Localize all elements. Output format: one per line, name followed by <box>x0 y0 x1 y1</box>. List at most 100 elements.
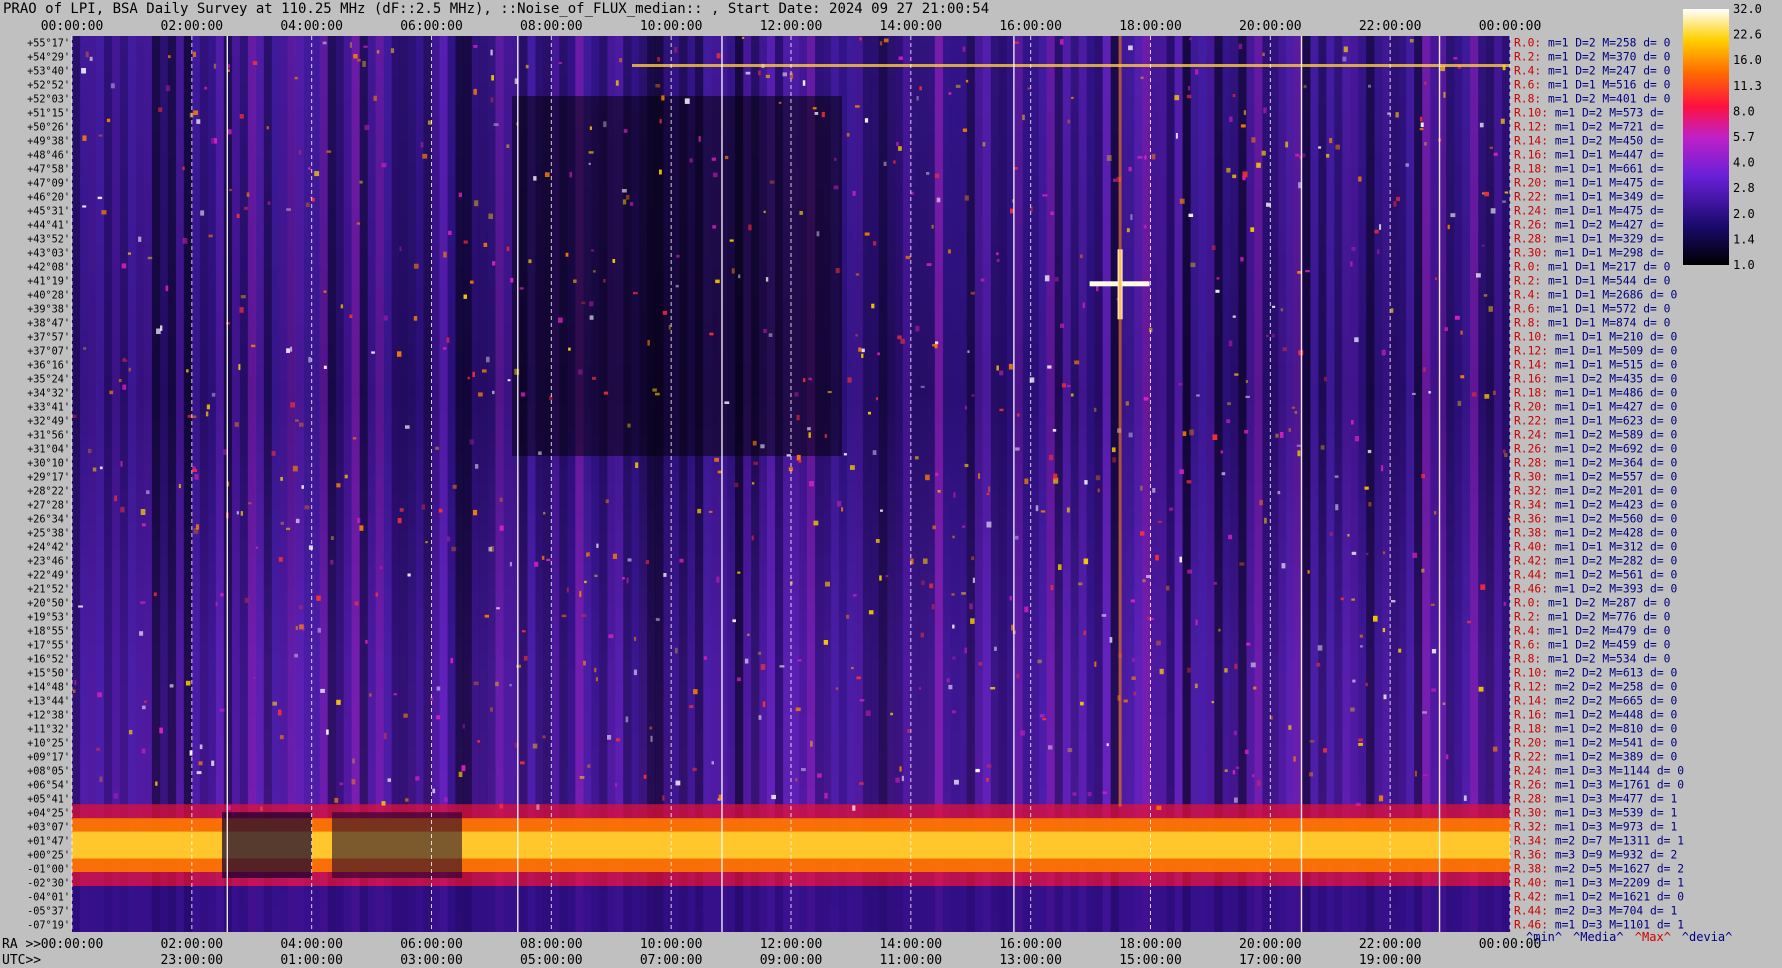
dec-label: +54°29' <box>27 53 70 64</box>
annotation-row: R.28: m=1 D=3 M=477 d= 1 <box>1514 793 1677 806</box>
footer-legend-item: ^devia^ <box>1682 930 1733 944</box>
utc-tick-label: 23:00:00 <box>161 953 224 968</box>
annotation-row: R.36: m=1 D=2 M=560 d= 0 <box>1514 513 1677 526</box>
utc-tick-label: 13:00:00 <box>999 953 1062 968</box>
dec-label: +13°44' <box>27 697 70 708</box>
dec-label: +16°52' <box>27 655 70 666</box>
ra-tick-label: 16:00:00 <box>999 937 1062 952</box>
dec-label: +27°28' <box>27 501 70 512</box>
annotation-row: R.26: m=1 D=3 M=1761 d= 0 <box>1514 779 1684 792</box>
dec-label: +38°47' <box>27 319 70 330</box>
dec-label: +37°57' <box>27 333 70 344</box>
top-time-axis: 00:00:00 02:00:00 04:00:00 06:00:00 08:00:00… <box>41 19 1542 34</box>
footer-legend-item: ^Max^ <box>1635 930 1671 944</box>
dec-label: +33°41' <box>27 403 70 414</box>
dec-label: +28°22' <box>27 487 70 498</box>
annotation-row: R.40: m=1 D=1 M=312 d= 0 <box>1514 541 1677 554</box>
annotation-row: R.12: m=1 D=2 M=721 d= <box>1514 121 1664 134</box>
annotation-row: R.24: m=1 D=2 M=589 d= 0 <box>1514 429 1677 442</box>
annotation-row: R.28: m=1 D=1 M=329 d= <box>1514 233 1664 246</box>
top-tick-label: 16:00:00 <box>999 19 1062 34</box>
dec-label: -05°37' <box>27 907 70 918</box>
colorbar-tick: 32.0 <box>1733 2 1762 16</box>
colorbar-tick: 1.4 <box>1733 232 1755 246</box>
dec-label: -07°19' <box>27 921 70 932</box>
annotation-row: R.0: m=1 D=2 M=258 d= 0 <box>1514 37 1671 50</box>
colorbar-tick: 2.8 <box>1733 181 1755 195</box>
annotation-row: R.20: m=1 D=1 M=427 d= 0 <box>1514 401 1677 414</box>
dec-label: +14°48' <box>27 683 70 694</box>
footer-legend-item: ^Media^ <box>1573 930 1624 944</box>
utc-tick-label: 15:00:00 <box>1119 953 1182 968</box>
dec-label: +20°50' <box>27 599 70 610</box>
annotation-row: R.8: m=1 D=2 M=534 d= 0 <box>1514 653 1671 666</box>
ra-tick-label: 02:00:00 <box>161 937 224 952</box>
ra-tick-label: 12:00:00 <box>760 937 823 952</box>
ra-tick-label: 18:00:00 <box>1119 937 1182 952</box>
ra-tick-label: 00:00:00 <box>41 937 104 952</box>
footer-legend-item: ^min^ <box>1526 930 1562 944</box>
dec-label: +08°05' <box>27 767 70 778</box>
annotation-row: R.2: m=1 D=1 M=544 d= 0 <box>1514 275 1671 288</box>
utc-tick-label: 01:00:00 <box>280 953 343 968</box>
utc-tick-label: 17:00:00 <box>1239 953 1302 968</box>
annotation-row: R.8: m=1 D=2 M=401 d= 0 <box>1514 93 1671 106</box>
dec-label: +41°19' <box>27 277 70 288</box>
dec-label: +43°03' <box>27 249 70 260</box>
dec-label: +50°26' <box>27 123 70 134</box>
top-tick-label: 10:00:00 <box>640 19 703 34</box>
annotation-row: R.30: m=1 D=3 M=539 d= 1 <box>1514 807 1677 820</box>
dec-label: +11°32' <box>27 725 70 736</box>
dec-label: +32°49' <box>27 417 70 428</box>
annotation-row: R.26: m=1 D=2 M=692 d= 0 <box>1514 443 1677 456</box>
annotation-row: R.18: m=1 D=1 M=486 d= 0 <box>1514 387 1677 400</box>
annotation-row: R.16: m=1 D=2 M=448 d= 0 <box>1514 709 1677 722</box>
utc-prefix: UTC>> <box>2 953 41 968</box>
annotation-row: R.16: m=1 D=2 M=435 d= 0 <box>1514 373 1677 386</box>
colorbar: 32.0 22.6 16.0 11.3 8.0 5.7 4.0 2.8 2.0 1.4 1.0 <box>1683 2 1762 272</box>
dec-label: +44°41' <box>27 221 70 232</box>
dec-label: +18°55' <box>27 627 70 638</box>
top-tick-label: 12:00:00 <box>760 19 823 34</box>
ra-tick-label: 22:00:00 <box>1359 937 1422 952</box>
top-tick-label: 00:00:00 <box>41 19 104 34</box>
annotation-row: R.10: m=1 D=2 M=573 d= <box>1514 107 1664 120</box>
top-tick-label: 22:00:00 <box>1359 19 1422 34</box>
dec-label: +47°58' <box>27 165 70 176</box>
colorbar-tick: 2.0 <box>1733 207 1755 221</box>
annotation-row: R.34: m=2 D=7 M=1311 d= 1 <box>1514 835 1684 848</box>
annotation-row: R.14: m=2 D=2 M=665 d= 0 <box>1514 695 1677 708</box>
dec-label: +47°09' <box>27 179 70 190</box>
annotation-row: R.34: m=1 D=2 M=423 d= 0 <box>1514 499 1677 512</box>
dec-label: +52°52' <box>27 81 70 92</box>
ra-tick-label: 06:00:00 <box>400 937 463 952</box>
top-tick-label: 18:00:00 <box>1119 19 1182 34</box>
annotation-row: R.40: m=1 D=3 M=2209 d= 1 <box>1514 877 1684 890</box>
annotation-row: R.12: m=2 D=2 M=258 d= 0 <box>1514 681 1677 694</box>
dec-label: +22°49' <box>27 571 70 582</box>
annotation-row: R.2: m=1 D=2 M=370 d= 0 <box>1514 51 1671 64</box>
dec-label: +31°56' <box>27 431 70 442</box>
colorbar-gradient <box>1683 9 1729 265</box>
annotation-row: R.42: m=1 D=2 M=1621 d= 0 <box>1514 891 1684 904</box>
annotation-row: R.24: m=1 D=1 M=475 d= <box>1514 205 1664 218</box>
annotation-row: R.12: m=1 D=1 M=509 d= 0 <box>1514 345 1677 358</box>
dec-label: +12°38' <box>27 711 70 722</box>
ra-prefix: RA >> <box>2 937 41 952</box>
utc-tick-label: 05:00:00 <box>520 953 583 968</box>
annotation-row: R.14: m=1 D=1 M=515 d= 0 <box>1514 359 1677 372</box>
dec-label: -04°01' <box>27 893 70 904</box>
dec-label: +55°17' <box>27 39 70 50</box>
dec-label: +06°54' <box>27 781 70 792</box>
annotation-row: R.22: m=1 D=2 M=389 d= 0 <box>1514 751 1677 764</box>
annotation-row: R.2: m=1 D=2 M=776 d= 0 <box>1514 611 1671 624</box>
dec-label: +29°17' <box>27 473 70 484</box>
right-annotations: R.0: m=1 D=2 M=258 d= 0R.2: m=1 D=2 M=37… <box>1514 37 1684 932</box>
dec-label: +25°38' <box>27 529 70 540</box>
top-tick-label: 04:00:00 <box>280 19 343 34</box>
dec-label: +35°24' <box>27 375 70 386</box>
top-tick-label: 06:00:00 <box>400 19 463 34</box>
dec-label: +43°52' <box>27 235 70 246</box>
annotation-row: R.6: m=1 D=2 M=459 d= 0 <box>1514 639 1671 652</box>
annotation-row: R.16: m=1 D=1 M=447 d= <box>1514 149 1664 162</box>
